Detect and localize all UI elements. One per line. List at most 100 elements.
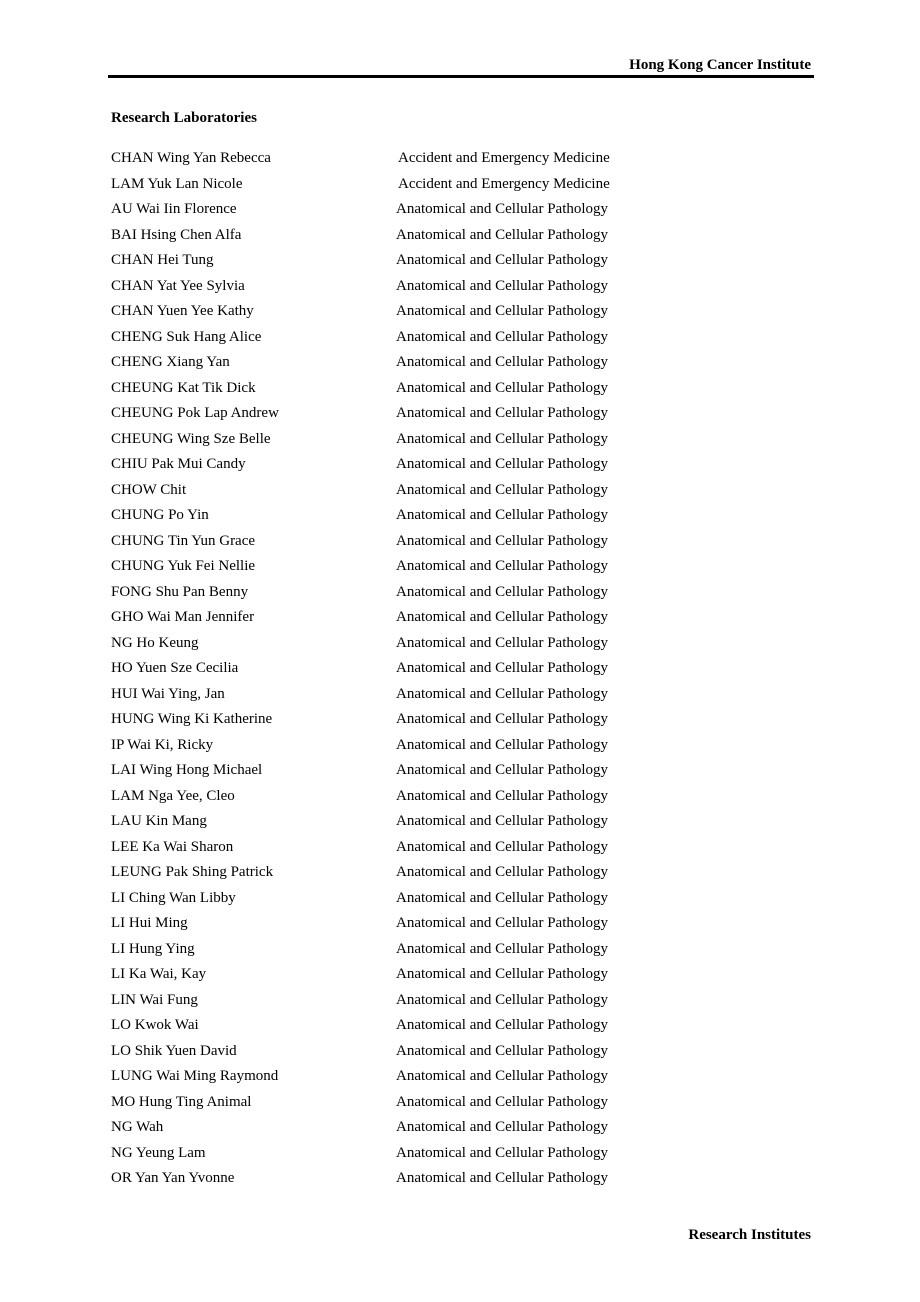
- staff-department: Anatomical and Cellular Pathology: [396, 405, 609, 421]
- staff-name: NG Yeung Lam: [111, 1144, 206, 1161]
- list-item: LI Ka Wai, Kay Anatomical and Cellular Pa…: [111, 964, 631, 990]
- staff-department: Accident and Emergency Medicine: [398, 150, 610, 166]
- staff-name: FONG Shu Pan Benny: [111, 583, 249, 600]
- staff-name: CHAN Yat Yee Sylvia: [111, 277, 245, 294]
- staff-department: Anatomical and Cellular Pathology: [396, 1093, 609, 1110]
- staff-name: LO Kwok Wai: [111, 1017, 199, 1033]
- list-item: CHENG Suk Hang Alice Anatomical and Cellu…: [111, 327, 631, 353]
- staff-name: IP Wai Ki, Ricky: [111, 736, 214, 753]
- staff-name: AU Wai Iin Florence: [111, 201, 237, 217]
- list-item: LEUNG Pak Shing Patrick Anatomical and Ce…: [111, 862, 631, 888]
- list-item: CHAN Hei Tung Anatomical and Cellular Pat…: [111, 250, 631, 276]
- list-item: FONG Shu Pan Benny Anatomical and Cellula…: [111, 582, 631, 608]
- list-item: CHUNG Tin Yun Grace Anatomical and Cellul…: [111, 531, 631, 557]
- staff-name: LAM Yuk Lan Nicole: [111, 175, 243, 192]
- staff-name: OR Yan Yan Yvonne: [111, 1170, 235, 1186]
- staff-department: Anatomical and Cellular Pathology: [396, 1017, 609, 1033]
- list-item: BAI Hsing Chen Alfa Anatomical and Cellul…: [111, 225, 631, 251]
- list-item: HUNG Wing Ki Katherine Anatomical and Cel…: [111, 709, 631, 735]
- list-item: LEE Ka Wai Sharon Anatomical and Cellular…: [111, 837, 631, 863]
- staff-department: Anatomical and Cellular Pathology: [396, 966, 609, 982]
- staff-name: LI Hung Ying: [111, 940, 195, 957]
- staff-department: Anatomical and Cellular Pathology: [396, 1068, 609, 1084]
- staff-department: Anatomical and Cellular Pathology: [396, 864, 609, 880]
- header-title: Hong Kong Cancer Institute: [629, 57, 811, 73]
- section-title: Research Laboratories: [111, 110, 257, 126]
- staff-department: Anatomical and Cellular Pathology: [396, 277, 609, 294]
- list-item: LAM Yuk Lan Nicole Accident and Emergency…: [111, 174, 631, 200]
- staff-name: LAM Nga Yee, Cleo: [111, 787, 235, 804]
- staff-name: CHENG Suk Hang Alice: [111, 328, 262, 345]
- footer-title: Research Institutes: [688, 1227, 811, 1243]
- staff-name: LO Shik Yuen David: [111, 1042, 237, 1059]
- staff-department: Anatomical and Cellular Pathology: [396, 762, 609, 778]
- staff-department: Anatomical and Cellular Pathology: [396, 379, 609, 396]
- staff-name: CHUNG Tin Yun Grace: [111, 532, 256, 549]
- staff-department: Anatomical and Cellular Pathology: [396, 685, 609, 702]
- staff-department: Anatomical and Cellular Pathology: [396, 940, 609, 957]
- list-item: LIN Wai Fung Anatomical and Cellular Path…: [111, 990, 631, 1016]
- staff-name: CHAN Wing Yan Rebecca: [111, 150, 271, 166]
- staff-department: Anatomical and Cellular Pathology: [396, 252, 609, 268]
- staff-department: Anatomical and Cellular Pathology: [396, 711, 609, 727]
- list-item: CHENG Xiang Yan Anatomical and Cellular P…: [111, 352, 631, 378]
- list-item: CHAN Yat Yee Sylvia Anatomical and Cellul…: [111, 276, 631, 302]
- staff-name: LUNG Wai Ming Raymond: [111, 1068, 279, 1084]
- staff-name: CHOW Chit: [111, 481, 187, 498]
- staff-name: HUNG Wing Ki Katherine: [111, 711, 273, 727]
- staff-department: Anatomical and Cellular Pathology: [396, 532, 609, 549]
- list-item: CHAN Yuen Yee Kathy Anatomical and Cellul…: [111, 301, 631, 327]
- staff-department: Anatomical and Cellular Pathology: [396, 456, 609, 472]
- staff-name: LAU Kin Mang: [111, 813, 207, 829]
- staff-name: LAI Wing Hong Michael: [111, 762, 263, 778]
- list-item: NG Yeung Lam Anatomical and Cellular Path…: [111, 1143, 631, 1169]
- staff-name: LI Ching Wan Libby: [111, 889, 236, 906]
- list-item: AU Wai Iin Florence Anatomical and Cellul…: [111, 199, 631, 225]
- staff-name: LIN Wai Fung: [111, 991, 198, 1008]
- staff-name: LI Hui Ming: [111, 915, 188, 931]
- staff-department: Anatomical and Cellular Pathology: [396, 1042, 609, 1059]
- list-item: HO Yuen Sze Cecilia Anatomical and Cellul…: [111, 658, 631, 684]
- staff-name: BAI Hsing Chen Alfa: [111, 226, 242, 243]
- list-item: LO Shik Yuen David Anatomical and Cellula…: [111, 1041, 631, 1067]
- staff-name: CHENG Xiang Yan: [111, 354, 230, 370]
- staff-department: Anatomical and Cellular Pathology: [396, 991, 609, 1008]
- staff-department: Anatomical and Cellular Pathology: [396, 813, 609, 829]
- list-item: NG Ho Keung Anatomical and Cellular Patho…: [111, 633, 631, 659]
- list-item: LAM Nga Yee, Cleo Anatomical and Cellular…: [111, 786, 631, 812]
- list-item: CHAN Wing Yan Rebecca Accident and Emerge…: [111, 148, 631, 174]
- staff-department: Anatomical and Cellular Pathology: [396, 787, 609, 804]
- staff-name: CHAN Yuen Yee Kathy: [111, 303, 254, 319]
- staff-department: Anatomical and Cellular Pathology: [396, 558, 609, 574]
- staff-department: Anatomical and Cellular Pathology: [396, 660, 609, 676]
- staff-name: MO Hung Ting Animal: [111, 1093, 252, 1110]
- list-item: HUI Wai Ying, Jan Anatomical and Cellular…: [111, 684, 631, 710]
- staff-department: Accident and Emergency Medicine: [398, 175, 610, 192]
- list-item: LI Hung Ying Anatomical and Cellular Path…: [111, 939, 631, 965]
- list-item: CHIU Pak Mui Candy Anatomical and Cellula…: [111, 454, 631, 480]
- staff-name: HO Yuen Sze Cecilia: [111, 660, 239, 676]
- staff-name: LEE Ka Wai Sharon: [111, 838, 234, 855]
- list-item: GHO Wai Man Jennifer Anatomical and Cellu…: [111, 607, 631, 633]
- staff-department: Anatomical and Cellular Pathology: [396, 736, 609, 753]
- staff-department: Anatomical and Cellular Pathology: [396, 583, 609, 600]
- staff-department: Anatomical and Cellular Pathology: [396, 507, 609, 523]
- list-item: CHOW Chit Anatomical and Cellular Patholo…: [111, 480, 631, 506]
- list-item: LUNG Wai Ming Raymond Anatomical and Cell…: [111, 1066, 631, 1092]
- staff-department: Anatomical and Cellular Pathology: [396, 1144, 609, 1161]
- list-item: MO Hung Ting Animal Anatomical and Cellul…: [111, 1092, 631, 1118]
- staff-department: Anatomical and Cellular Pathology: [396, 1170, 609, 1186]
- staff-name: CHUNG Po Yin: [111, 507, 209, 523]
- staff-department: Anatomical and Cellular Pathology: [396, 634, 609, 651]
- staff-name: LEUNG Pak Shing Patrick: [111, 864, 274, 880]
- list-item: LI Ching Wan Libby Anatomical and Cellula…: [111, 888, 631, 914]
- staff-name: NG Wah: [111, 1119, 164, 1135]
- list-item: LI Hui Ming Anatomical and Cellular Patho…: [111, 913, 631, 939]
- staff-department: Anatomical and Cellular Pathology: [396, 481, 609, 498]
- staff-name: CHEUNG Pok Lap Andrew: [111, 405, 279, 421]
- staff-department: Anatomical and Cellular Pathology: [396, 1119, 609, 1135]
- staff-department: Anatomical and Cellular Pathology: [396, 303, 609, 319]
- list-item: LAI Wing Hong Michael Anatomical and Cell…: [111, 760, 631, 786]
- staff-department: Anatomical and Cellular Pathology: [396, 838, 609, 855]
- header-rule: [108, 75, 814, 78]
